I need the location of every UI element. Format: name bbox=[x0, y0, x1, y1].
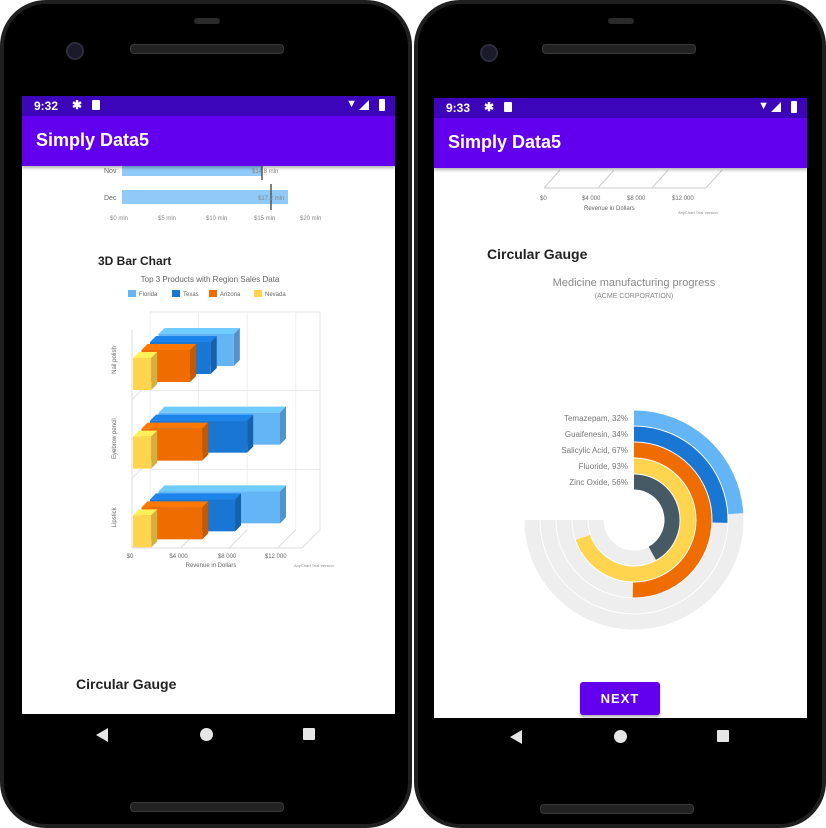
battery-icon bbox=[791, 101, 797, 113]
bar-lipstick-nevada bbox=[133, 509, 158, 548]
prev-label-0: $14.8 mln bbox=[252, 169, 278, 175]
scroll-content[interactable]: $0 $4 000 $8 000 $12 000 Revenue in Doll… bbox=[434, 168, 807, 718]
status-bar: 9:33 ✱ ▼ bbox=[434, 98, 807, 118]
bottom-speaker bbox=[540, 804, 694, 814]
screen-left: 9:32 ✱ ▼ Simply Data5 Nov Dec $14.8 mln … bbox=[22, 96, 395, 714]
legend-label: Florida bbox=[139, 292, 158, 298]
prev-credit: AnyChart Trial Version bbox=[678, 210, 718, 215]
bottom-speaker bbox=[130, 802, 284, 812]
home-icon[interactable] bbox=[200, 728, 213, 741]
home-icon[interactable] bbox=[614, 730, 627, 743]
app-title: Simply Data5 bbox=[36, 130, 150, 150]
recents-icon[interactable] bbox=[303, 728, 315, 740]
bar3d-chart: Top 3 Products with Region Sales Data Flo… bbox=[112, 275, 334, 569]
bar3d-credit: AnyChart Trial Version bbox=[294, 563, 334, 568]
status-time: 9:33 bbox=[446, 101, 471, 115]
top-speaker bbox=[130, 44, 284, 54]
top-speaker bbox=[542, 44, 696, 54]
gauge-label: Salicylic Acid, 67% bbox=[561, 446, 628, 455]
legend-label: Nevada bbox=[265, 292, 286, 298]
section-title-circular-gauge: Circular Gauge bbox=[76, 676, 177, 692]
back-icon[interactable] bbox=[96, 728, 108, 742]
prev-cat-0: Nov bbox=[104, 168, 117, 175]
bar3d-x-label: Revenue in Dollars bbox=[186, 563, 237, 569]
legend-swatch bbox=[209, 290, 217, 297]
bar3d-category-label: Lipstick bbox=[112, 506, 118, 527]
next-button[interactable]: NEXT bbox=[580, 682, 660, 715]
legend-swatch bbox=[254, 290, 262, 297]
back-icon[interactable] bbox=[510, 730, 522, 744]
earpiece bbox=[608, 18, 634, 24]
prev-xtick-1: $4 000 bbox=[582, 196, 601, 202]
nav-bar bbox=[18, 714, 391, 758]
wifi-icon: ▼ bbox=[346, 98, 357, 110]
legend-label: Arizona bbox=[220, 292, 241, 298]
front-camera bbox=[480, 44, 498, 62]
nav-bar bbox=[432, 714, 805, 758]
bar3d-x-tick: $8 000 bbox=[218, 554, 237, 560]
prev-xtick-0: $0 mln bbox=[110, 216, 128, 222]
prev-xtick-3: $12 000 bbox=[672, 196, 694, 202]
bar3d-x-tick: $0 bbox=[127, 554, 134, 560]
recents-icon[interactable] bbox=[717, 730, 729, 742]
app-bar: Simply Data5 bbox=[434, 118, 807, 168]
gear-icon: ✱ bbox=[484, 100, 495, 114]
wifi-icon: ▼ bbox=[758, 100, 769, 112]
gauge-subtitle: (ACME CORPORATION) bbox=[595, 293, 673, 300]
status-time: 9:32 bbox=[34, 99, 59, 113]
section-title-circular-gauge: Circular Gauge bbox=[487, 246, 588, 262]
bar-nail-polish-nevada bbox=[133, 352, 158, 390]
scroll-content[interactable]: Nov Dec $14.8 mln $17.2 mln $0 mln $5 ml… bbox=[22, 166, 395, 714]
front-camera bbox=[66, 42, 84, 60]
cell-signal-icon bbox=[771, 102, 781, 112]
earpiece bbox=[194, 18, 220, 24]
bar3d-category-label: Nail polish bbox=[112, 346, 118, 374]
gauge-bar-zinc-oxide bbox=[633, 474, 680, 560]
cell-signal-icon bbox=[359, 100, 369, 110]
prev-xtick-3: $15 mln bbox=[254, 216, 275, 222]
bar3d-x-tick: $4 000 bbox=[169, 554, 188, 560]
bar-nov bbox=[122, 166, 262, 176]
prev-xtick-2: $8 000 bbox=[627, 196, 646, 202]
legend-swatch bbox=[128, 290, 136, 297]
circular-gauge-chart: Medicine manufacturing progress (ACME COR… bbox=[524, 277, 744, 630]
battery-icon bbox=[379, 99, 385, 111]
gear-icon: ✱ bbox=[72, 98, 83, 112]
legend-label: Texas bbox=[183, 292, 199, 298]
prev-xtick-1: $5 mln bbox=[158, 216, 176, 222]
prev-xlabel: Revenue in Dollars bbox=[584, 206, 635, 212]
legend-swatch bbox=[172, 290, 180, 297]
sd-card-icon bbox=[504, 102, 512, 112]
bar-eyebrow-pencil-nevada bbox=[133, 430, 158, 469]
prev-xtick-0: $0 bbox=[540, 196, 547, 202]
prev-xtick-4: $20 mln bbox=[300, 216, 321, 222]
bar3d-title: Top 3 Products with Region Sales Data bbox=[141, 275, 280, 284]
gauge-title: Medicine manufacturing progress bbox=[553, 277, 716, 289]
prev-label-1: $17.2 mln bbox=[258, 196, 284, 202]
gauge-label: Temazepam, 32% bbox=[564, 414, 628, 423]
app-title: Simply Data5 bbox=[448, 132, 562, 152]
gauge-label: Guaifenesin, 34% bbox=[565, 430, 628, 439]
prev-cat-1: Dec bbox=[104, 195, 117, 202]
gauge-label: Zinc Oxide, 56% bbox=[569, 478, 628, 487]
sd-card-icon bbox=[92, 100, 100, 110]
screen-right: 9:33 ✱ ▼ Simply Data5 $0 $4 000 $8 000 $… bbox=[434, 98, 807, 718]
prev-xtick-2: $10 mln bbox=[206, 216, 227, 222]
app-bar: Simply Data5 bbox=[22, 116, 395, 166]
bar3d-category-label: Eyebrow pencil bbox=[112, 418, 118, 459]
prev-3d-bar-tail: $0 $4 000 $8 000 $12 000 Revenue in Doll… bbox=[540, 169, 723, 215]
status-bar: 9:32 ✱ ▼ bbox=[22, 96, 395, 116]
prev-bar-chart: Nov Dec $14.8 mln $17.2 mln $0 mln $5 ml… bbox=[104, 166, 321, 222]
bar3d-x-tick: $12 000 bbox=[265, 554, 287, 560]
gauge-label: Fluoride, 93% bbox=[579, 462, 628, 471]
